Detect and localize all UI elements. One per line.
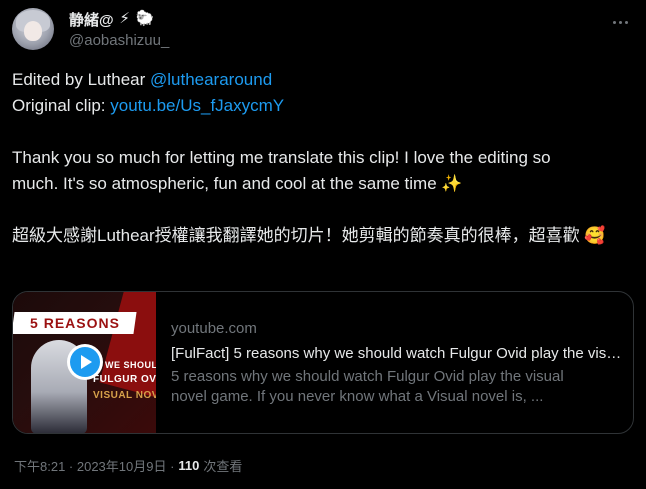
youtube-link[interactable]: youtu.be/Us_fJaxycmY [110,96,284,115]
avatar[interactable] [12,8,54,50]
tweet-timestamp[interactable]: 下午8:21 · 2023年10月9日 · [14,456,174,475]
more-dot [624,20,628,24]
card-description: 5 reasons why we should watch Fulgur Ovi… [171,367,623,407]
play-button-inner [70,347,100,377]
video-thumbnail[interactable]: 5 REASONS WE SHOULD FULGUR OVID VISUAL N… [13,292,156,433]
thumbnail-text-line1: WE SHOULD [105,360,156,370]
thumbnail-banner-text: 5 REASONS [30,315,120,331]
more-dot [612,20,616,24]
link-preview-card[interactable]: 5 REASONS WE SHOULD FULGUR OVID VISUAL N… [12,291,634,434]
tweet-line-editor: Edited by Luthear @lutheararound [12,67,634,93]
thumbnail-text-line3: VISUAL NOVEL [93,390,156,401]
views-label[interactable]: 次查看 [203,456,242,475]
sheep-emoji-icon: 🐑 [135,10,155,27]
more-horizontal-icon[interactable] [608,12,632,32]
author-name-row[interactable]: 静緒@ ⚡ 🐑 [69,9,154,29]
tweet-para-en-line1: Thank you so much for letting me transla… [12,148,551,167]
card-title: [FulFact] 5 reasons why we should watch … [171,345,623,362]
views-count[interactable]: 110 [178,458,199,473]
tweet-text: Edited by Luthear @lutheararound Origina… [12,67,634,249]
mention-link[interactable]: @lutheararound [150,70,272,89]
tweet-line-original: Original clip: youtu.be/Us_fJaxycmY [12,93,634,119]
card-text[interactable]: youtube.com [FulFact] 5 reasons why we s… [171,319,623,407]
card-domain: youtube.com [171,320,257,337]
author-display-name[interactable]: 静緒@ [69,9,114,30]
thumbnail-text-line2: FULGUR OVID [93,374,156,385]
tweet-footer: 下午8:21 · 2023年10月9日 · 110 次查看 [14,456,242,475]
tweet-para-en-line2: much. It's so atmospheric, fun and cool … [12,174,463,193]
card-desc-line2: novel game. If you never know what a Vis… [171,388,544,405]
more-dot [618,20,622,24]
tweet-header: 静緒@ ⚡ 🐑 @aobashizuu_ [12,8,634,56]
lightning-emoji-icon: ⚡ [119,10,130,27]
play-icon[interactable] [67,344,103,380]
author-handle[interactable]: @aobashizuu_ [69,32,169,49]
tweet-line-editor-prefix: Edited by Luthear [12,70,150,89]
avatar-face [24,21,42,41]
card-desc-line1: 5 reasons why we should watch Fulgur Ovi… [171,368,564,385]
tweet-line-original-prefix: Original clip: [12,96,111,115]
tweet-para-cjk: 超級大感謝Luthear授權讓我翻譯她的切片！她剪輯的節奏真的很棒，超喜歡 🥰 [12,226,606,245]
